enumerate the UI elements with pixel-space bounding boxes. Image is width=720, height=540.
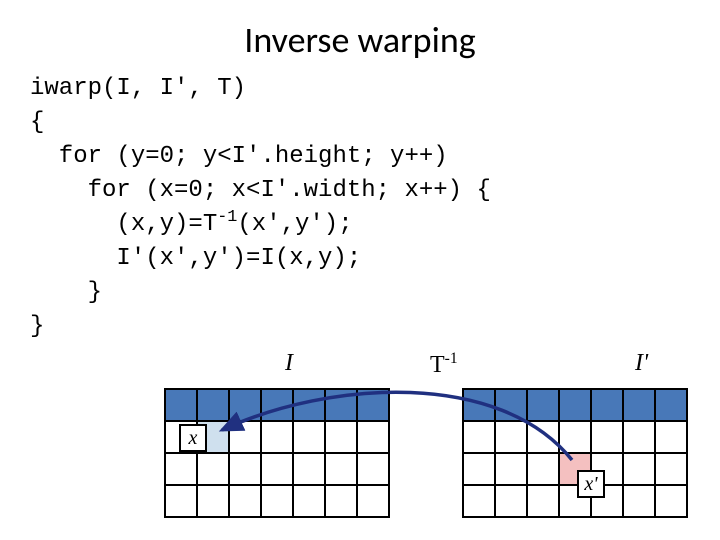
arrow-T-inverse [0, 0, 720, 540]
slide: Inverse warping iwarp(I, I', T) { for (y… [0, 0, 720, 540]
arrow-path [222, 392, 572, 460]
